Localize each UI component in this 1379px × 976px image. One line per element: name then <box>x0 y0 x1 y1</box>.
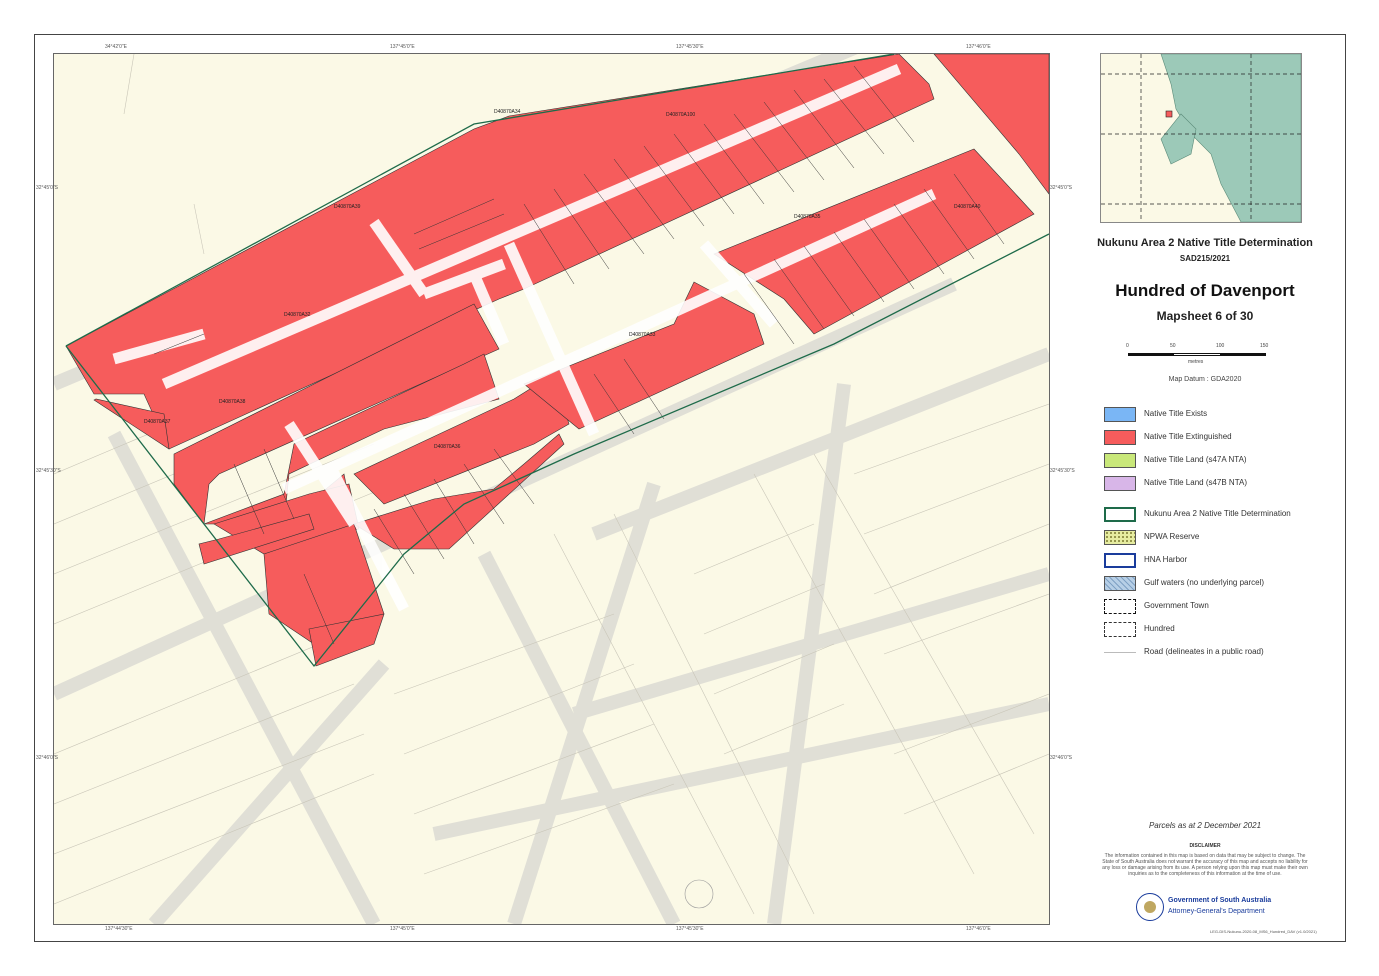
inset-canvas <box>1101 54 1301 222</box>
cul-de-sac <box>684 879 714 909</box>
parcel-label: D40870A33 <box>629 332 656 338</box>
graticule-left-label: 32°46'0"S <box>36 755 58 761</box>
graticule-top-label: 34°42'0"E <box>105 44 127 50</box>
map-canvas <box>54 54 1049 924</box>
department-name: Attorney-General's Department <box>1168 908 1265 915</box>
parcel-label: D40870A32 <box>284 312 311 318</box>
disclaimer-text: The information contained in this map is… <box>1102 853 1308 877</box>
scale-tick: 100 <box>1216 343 1225 349</box>
parcel-label: D40870A35 <box>794 214 821 220</box>
hundred-name: Hundred of Davenport <box>1115 281 1295 300</box>
map-frame[interactable]: D40870A100 D40870A32 D40870A33 D40870A34… <box>53 53 1050 925</box>
graticule-bottom-label: 137°45'0"E <box>390 926 415 932</box>
fill-blue-icon <box>1104 407 1136 422</box>
hatched-blue-icon <box>1104 576 1136 591</box>
map-datum: Map Datum : GDA2020 <box>1168 376 1242 383</box>
mapsheet-number: Mapsheet 6 of 30 <box>1156 309 1254 323</box>
graticule-right-label: 32°46'0"S <box>1050 755 1072 761</box>
scale-unit: metres <box>1188 359 1204 365</box>
parcel-label: D40870A37 <box>144 419 171 425</box>
parcels-date: Parcels as at 2 December 2021 <box>1148 821 1262 830</box>
outline-green-icon <box>1104 507 1136 522</box>
scale-tick: 150 <box>1260 343 1269 349</box>
disclaimer-title: DISCLAIMER <box>1189 843 1221 849</box>
dashdot-black-icon <box>1104 599 1136 614</box>
line-grey-icon <box>1104 652 1136 653</box>
crest-icon <box>1144 901 1156 913</box>
graticule-bottom-label: 137°46'0"E <box>966 926 991 932</box>
fill-purple-icon <box>1104 476 1136 491</box>
graticule-bottom-label: 137°44'30"E <box>105 926 133 932</box>
graticule-top-label: 137°46'0"E <box>966 44 991 50</box>
scale-tick: 0 <box>1126 343 1129 349</box>
parcel-label: D40870A39 <box>334 204 361 210</box>
graticule-top-label: 137°45'30"E <box>676 44 704 50</box>
graticule-right-label: 32°45'30"S <box>1050 468 1075 474</box>
graticule-top-label: 137°45'0"E <box>390 44 415 50</box>
parcel-label: D40870A100 <box>666 112 696 118</box>
graticule-bottom-label: 137°45'30"E <box>676 926 704 932</box>
legend-panel: Nukunu Area 2 Native Title Determination… <box>1080 53 1330 934</box>
scale-tick: 50 <box>1170 343 1176 349</box>
parcel-label: D40870A36 <box>434 444 461 450</box>
outline-blue-icon <box>1104 553 1136 568</box>
case-number: SAD215/2021 <box>1179 254 1231 263</box>
fill-green-icon <box>1104 453 1136 468</box>
government-logo <box>1136 893 1164 921</box>
map-title: Nukunu Area 2 Native Title Determination <box>1097 237 1313 249</box>
parcel-label: D40870A38 <box>219 399 246 405</box>
dotted-yellow-icon <box>1104 530 1136 545</box>
fill-red-icon <box>1104 430 1136 445</box>
graticule-left-label: 32°45'30"S <box>36 468 61 474</box>
parcel-label: D40870A34 <box>494 109 521 115</box>
graticule-right-label: 32°45'0"S <box>1050 185 1072 191</box>
locator-inset-map <box>1100 53 1302 223</box>
dashed-black-icon <box>1104 622 1136 637</box>
footer-code: LEG-DIS-Nukunu-2020-08_MS6_Hundred_DAV (… <box>1210 929 1317 934</box>
parcel-label: D40870A40 <box>954 204 981 210</box>
graticule-left-label: 32°45'0"S <box>36 185 58 191</box>
gov-name: Government of South Australia <box>1168 897 1272 904</box>
scale-bar: 0 50 100 150 metres <box>1126 343 1269 373</box>
